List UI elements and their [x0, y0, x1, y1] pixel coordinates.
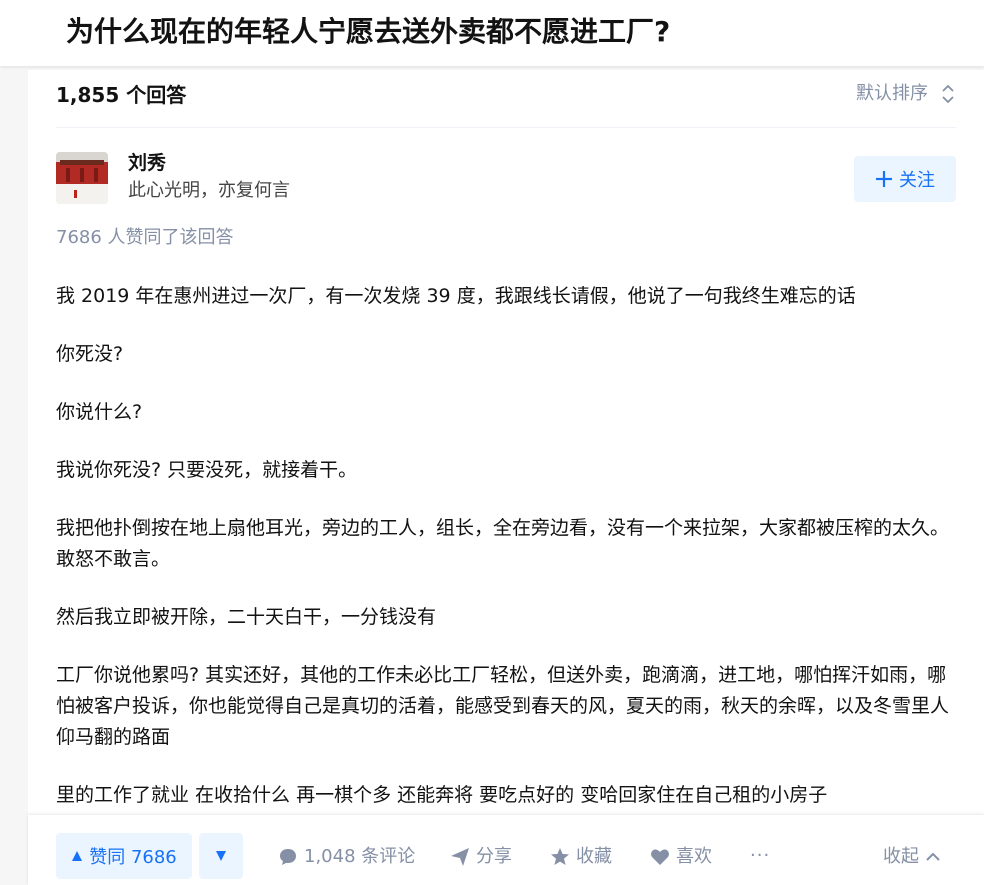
answer-paragraph: 然后我立即被开除，二十天白干，一分钱没有 — [56, 606, 437, 628]
collapse-button[interactable]: 收起 — [883, 845, 941, 869]
sort-button[interactable]: 默认排序 — [856, 81, 956, 107]
more-icon[interactable]: ··· — [750, 845, 770, 866]
avatar[interactable] — [56, 152, 108, 204]
answer-list-header: 1,855 个回答 默认排序 — [56, 70, 956, 128]
share-button[interactable]: 分享 — [450, 845, 512, 869]
answer-content: 我 2019 年在惠州进过一次厂，有一次发烧 39 度，我跟线长请假，他说了一句… — [56, 281, 956, 838]
plus-icon — [876, 171, 892, 187]
vote-up-button[interactable]: 赞同 7686 — [56, 833, 192, 879]
vote-up-label: 赞同 7686 — [89, 847, 177, 868]
like-label: 喜欢 — [676, 846, 712, 867]
answer-paragraph: 你死没? — [56, 343, 124, 365]
sort-updown-icon — [942, 84, 954, 104]
follow-label: 关注 — [899, 170, 935, 191]
paper-plane-icon — [451, 848, 469, 866]
comments-label: 1,048 条评论 — [304, 846, 416, 867]
question-header: 为什么现在的年轻人宁愿去送外卖都不愿进工厂? — [0, 0, 984, 66]
answer-action-bar: 赞同 7686 1,048 条评论 分享 收藏 喜欢 ··· 收起 — [28, 815, 984, 885]
answer-paragraph: 我把他扑倒按在地上扇他耳光，旁边的工人，组长，全在旁边看，没有一个来拉架，大家都… — [56, 517, 950, 570]
answer-card: 1,855 个回答 默认排序 刘秀 此心光明，亦复何言 关注 7686 人赞同了… — [28, 70, 984, 885]
share-label: 分享 — [476, 846, 512, 867]
answer-paragraph: 我说你死没? 只要没死，就接着干。 — [56, 459, 358, 481]
sort-label: 默认排序 — [856, 83, 928, 104]
answer-paragraph: 你说什么? — [56, 401, 143, 423]
question-title[interactable]: 为什么现在的年轻人宁愿去送外卖都不愿进工厂? — [66, 12, 670, 52]
author-name[interactable]: 刘秀 — [128, 150, 166, 176]
upvote-summary: 7686 人赞同了该回答 — [56, 227, 234, 248]
like-button[interactable]: 喜欢 — [650, 845, 712, 869]
avatar-image — [56, 152, 108, 204]
answer-paragraph: 我 2019 年在惠州进过一次厂，有一次发烧 39 度，我跟线长请假，他说了一句… — [56, 285, 856, 307]
vote-down-button[interactable] — [199, 833, 243, 879]
star-icon — [551, 848, 569, 865]
answer-paragraph: 工厂你说他累吗? 其实还好，其他的工作未必比工厂轻松，但送外卖，跑滴滴，进工地，… — [56, 664, 950, 748]
heart-icon — [651, 849, 669, 865]
comments-button[interactable]: 1,048 条评论 — [278, 845, 415, 869]
chevron-up-icon — [926, 852, 940, 861]
author-bio: 此心光明，亦复何言 — [128, 180, 290, 201]
triangle-down-icon — [216, 851, 226, 861]
author-info: 刘秀 此心光明，亦复何言 关注 — [56, 152, 956, 208]
triangle-up-icon — [72, 851, 83, 861]
favorite-button[interactable]: 收藏 — [550, 845, 612, 869]
comment-bubble-icon — [280, 849, 296, 865]
answer-count: 1,855 个回答 — [56, 83, 187, 107]
follow-button[interactable]: 关注 — [854, 156, 956, 202]
favorite-label: 收藏 — [576, 846, 612, 867]
collapse-label: 收起 — [883, 846, 919, 867]
